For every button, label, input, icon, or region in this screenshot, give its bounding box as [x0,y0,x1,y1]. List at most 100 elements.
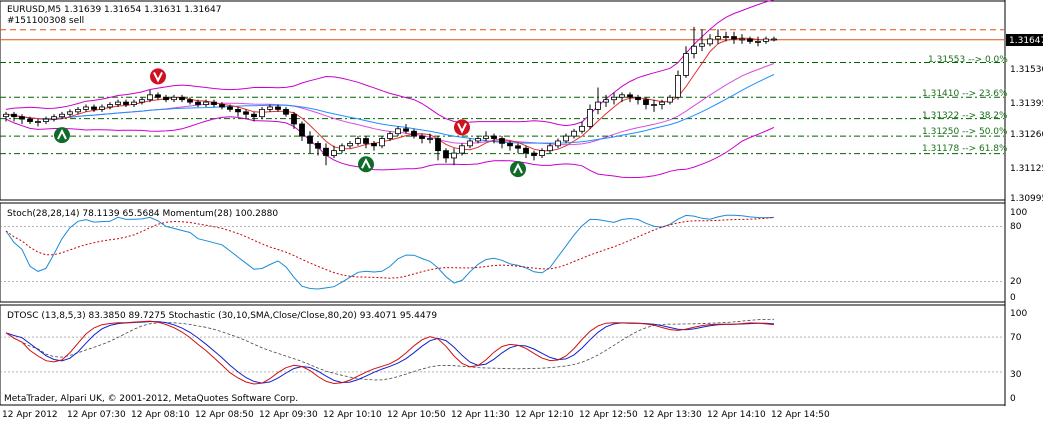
candle-bear [179,96,185,101]
candle-bull [387,133,393,139]
candle-bull [467,140,473,147]
candle-bull [339,145,345,152]
candle-bear [491,135,497,139]
candle-bear [283,108,289,115]
candle-bear [91,106,97,110]
candle-bull [139,99,145,103]
candle-bear [419,135,425,139]
candle-bull [547,145,553,152]
time-label: 12 Apr 07:30 [67,410,126,420]
candle-bull [171,96,177,101]
dtosc-header: DTOSC (13,8,5,3) 83.3850 89.7275 Stochas… [7,311,437,321]
candle-bear [531,152,537,156]
candle-bull [683,53,689,76]
time-label: 12 Apr 10:50 [387,410,446,420]
candle-bull [75,108,81,113]
candle-bear [643,99,649,105]
candle-bull [595,101,601,110]
price-tick: 1.31395 [1010,99,1043,109]
stoch-tick: 80 [1010,222,1022,232]
candle-bear [411,130,417,137]
candle-bear [11,113,17,118]
candle-bull [483,135,489,139]
time-label: 12 Apr 09:30 [259,410,318,420]
candle-bear [515,145,521,149]
candle-bear [195,101,201,105]
candle-bear [363,138,369,144]
candle-bull [379,138,385,147]
candle-bull [587,108,593,127]
fib-label: 1.31410 --> 23.6% [922,89,1008,99]
time-label: 12 Apr 14:50 [771,410,830,420]
candle-bull [539,150,545,156]
order-label: #151100308 sell [7,16,84,26]
candle-bull [619,94,625,98]
candle-bull [555,140,561,147]
candle-bull [331,150,337,156]
candle-bear [211,101,217,105]
candle-bull [715,36,721,40]
candle-bull [147,94,153,101]
candle-bull [699,43,705,47]
stoch-header: Stoch(28,28,14) 78.1139 65.5684 Momentum… [7,209,278,219]
candle-bear [275,106,281,110]
dtosc-tick: 100 [1010,309,1027,319]
candle-bear [323,147,329,156]
candle-bull [67,111,73,115]
candle-bear [635,96,641,101]
chart-window: EURUSD,M5 1.31639 1.31654 1.31631 1.3164… [0,0,1043,421]
candle-bull [347,142,353,147]
candle-bull [355,138,361,144]
time-label: 12 Apr 08:10 [131,410,190,420]
candle-bear [19,116,25,120]
candle-bull [651,104,657,106]
time-label: 12 Apr 08:50 [195,410,254,420]
candle-bull [427,138,433,140]
candle-bear [187,99,193,103]
candle-bear [155,94,161,98]
candle-bear [435,138,441,152]
time-label: 12 Apr 14:10 [707,410,766,420]
candle-bear [219,104,225,108]
candle-bear [299,123,305,137]
candle-bull [755,41,761,43]
candle-bear [315,142,321,149]
candle-bull [395,128,401,135]
fib-label: 1.31553 --> 0.0% [928,55,1008,65]
candle-bear [243,111,249,115]
candle-bear [163,96,169,101]
candle-bear [227,106,233,110]
chart-canvas: EURUSD,M5 1.31639 1.31654 1.31631 1.3164… [0,0,1043,420]
candle-bear [371,142,377,147]
dtosc-tick: 70 [1010,333,1022,343]
stoch-tick: 20 [1010,277,1022,287]
time-label: 12 Apr 2012 [2,410,58,420]
candle-bull [115,101,121,105]
candle-bull [3,113,9,118]
candle-bull [707,38,713,45]
dtosc-tick: 0 [1010,394,1016,404]
candle-bull [659,101,665,105]
candle-bull [771,38,777,41]
candle-bear [747,38,753,42]
candle-bear [27,118,33,122]
candle-bull [603,99,609,103]
candle-bull [739,38,745,41]
candle-bull [459,145,465,154]
candle-bull [723,36,729,38]
time-label: 12 Apr 11:30 [451,410,510,420]
dtosc-tick: 30 [1010,370,1022,380]
time-label: 12 Apr 12:10 [515,410,574,420]
candle-bear [507,142,513,147]
time-label: 12 Apr 13:30 [643,410,702,420]
candle-bull [267,106,273,110]
stoch-tick: 0 [1010,293,1016,303]
price-tick: 1.31530 [1010,65,1043,75]
candle-bear [251,113,257,118]
fib-label: 1.31250 --> 50.0% [922,127,1008,137]
price-tick: 1.31260 [1010,130,1043,140]
candle-bull [675,75,681,98]
time-label: 12 Apr 12:50 [579,410,638,420]
candle-bear [123,101,129,105]
candle-bull [763,38,769,42]
